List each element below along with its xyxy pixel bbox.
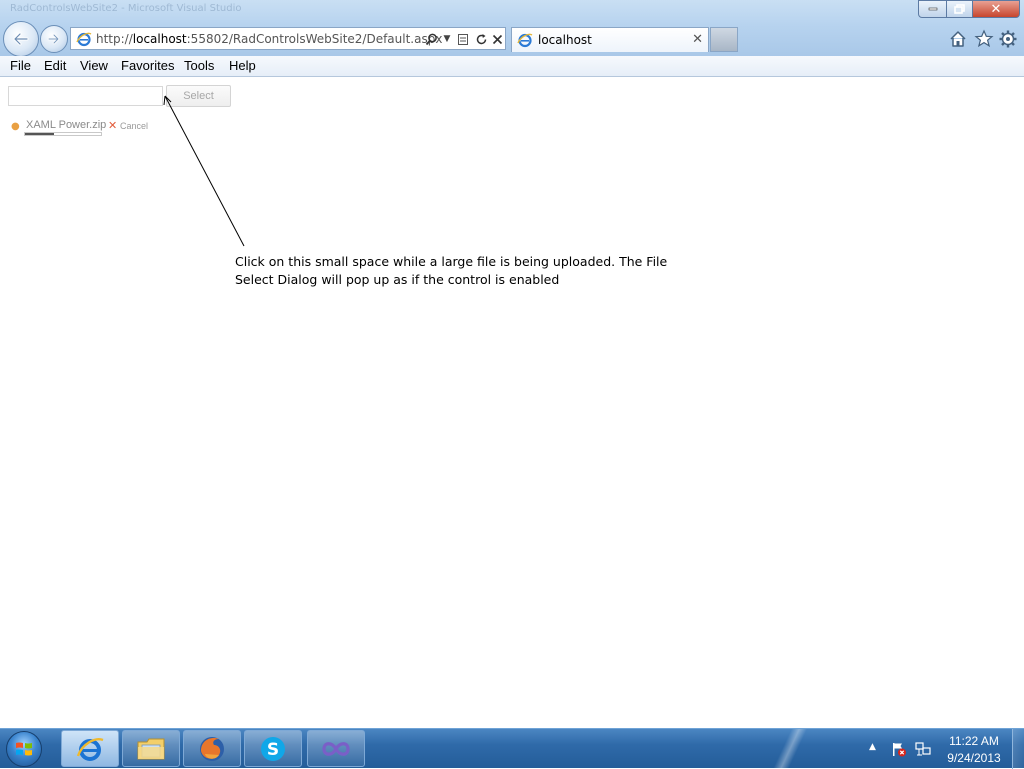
ie-page-icon bbox=[76, 32, 92, 46]
compatibility-view-icon[interactable] bbox=[455, 31, 471, 47]
visual-studio-icon bbox=[322, 741, 350, 756]
menu-edit[interactable]: Edit bbox=[44, 58, 66, 73]
cancel-icon[interactable]: ✕ bbox=[108, 119, 117, 132]
url-text[interactable]: http://localhost:55802/RadControlsWebSit… bbox=[96, 32, 442, 46]
refresh-icon[interactable] bbox=[473, 31, 489, 47]
annotation-line-2: Select Dialog will pop up as if the cont… bbox=[235, 272, 560, 287]
taskbar-explorer-button[interactable] bbox=[122, 730, 180, 767]
menu-file[interactable]: File bbox=[10, 58, 31, 73]
taskbar: S ▲ 11:22 AM 9/24/2013 bbox=[0, 728, 1024, 769]
minimize-button[interactable] bbox=[918, 0, 947, 18]
annotation-note: Click on this small space while a large … bbox=[235, 253, 675, 289]
tab-title: localhost bbox=[538, 33, 592, 47]
windows-logo-icon bbox=[16, 742, 32, 756]
home-icon[interactable] bbox=[948, 29, 968, 49]
file-input[interactable] bbox=[8, 86, 163, 106]
internet-explorer-icon bbox=[76, 737, 104, 761]
window-title: RadControlsWebSite2 - Microsoft Visual S… bbox=[10, 3, 242, 14]
clock-time[interactable]: 11:22 AM bbox=[940, 734, 1008, 748]
annotation-arrow bbox=[163, 95, 245, 247]
taskbar-firefox-button[interactable] bbox=[183, 730, 241, 767]
chevron-down-icon[interactable]: ▼ bbox=[439, 31, 455, 47]
ie-tab-icon bbox=[517, 33, 533, 48]
menu-help[interactable]: Help bbox=[229, 58, 256, 73]
start-button[interactable] bbox=[6, 731, 42, 767]
cancel-upload-link[interactable]: Cancel bbox=[120, 121, 148, 131]
menu-bar: File Edit View Favorites Tools Help bbox=[0, 56, 1024, 77]
taskbar-ie-button[interactable] bbox=[61, 730, 119, 767]
close-window-button[interactable]: ✕ bbox=[972, 0, 1020, 18]
address-bar[interactable]: http://localhost:55802/RadControlsWebSit… bbox=[70, 27, 506, 50]
menu-view[interactable]: View bbox=[80, 58, 108, 73]
search-icon[interactable] bbox=[423, 31, 439, 47]
network-icon[interactable] bbox=[915, 741, 931, 757]
back-button[interactable] bbox=[3, 21, 39, 57]
forward-button[interactable] bbox=[40, 25, 68, 53]
browser-chrome: RadControlsWebSite2 - Microsoft Visual S… bbox=[0, 0, 1024, 57]
firefox-icon bbox=[200, 736, 224, 761]
upload-status-icon: ● bbox=[11, 121, 20, 132]
upload-progress-bar bbox=[24, 132, 102, 136]
restore-button[interactable] bbox=[946, 0, 973, 18]
svg-text:S: S bbox=[267, 740, 279, 760]
stop-icon[interactable] bbox=[489, 31, 505, 47]
menu-tools[interactable]: Tools bbox=[184, 58, 214, 73]
menu-favorites[interactable]: Favorites bbox=[121, 58, 174, 73]
annotation-line-1: Click on this small space while a large … bbox=[235, 254, 668, 269]
upload-progress-fill bbox=[25, 133, 54, 135]
select-button[interactable]: Select bbox=[166, 85, 231, 107]
taskbar-visual-studio-button[interactable] bbox=[307, 730, 365, 767]
close-tab-icon[interactable]: ✕ bbox=[692, 32, 703, 47]
taskbar-glare bbox=[760, 729, 820, 769]
page-content: Select ● XAML Power.zip ✕ Cancel Click o… bbox=[0, 77, 1024, 728]
file-name: XAML Power.zip bbox=[26, 119, 107, 131]
star-icon[interactable] bbox=[974, 29, 994, 49]
show-desktop-button[interactable] bbox=[1012, 729, 1024, 769]
close-icon: ✕ bbox=[990, 1, 1002, 17]
action-center-flag-icon[interactable] bbox=[891, 741, 907, 757]
taskbar-skype-button[interactable]: S bbox=[244, 730, 302, 767]
clock-date[interactable]: 9/24/2013 bbox=[940, 751, 1008, 765]
new-tab-button[interactable] bbox=[710, 27, 738, 52]
show-hidden-icons-icon[interactable]: ▲ bbox=[869, 742, 876, 752]
forward-arrow-icon bbox=[47, 33, 60, 45]
tab-localhost[interactable]: localhost ✕ bbox=[511, 27, 709, 52]
folder-icon bbox=[137, 738, 165, 759]
gear-icon[interactable] bbox=[998, 29, 1018, 49]
skype-icon: S bbox=[261, 736, 285, 761]
back-arrow-icon bbox=[13, 32, 29, 46]
upload-item: ● XAML Power.zip ✕ Cancel bbox=[8, 119, 208, 139]
